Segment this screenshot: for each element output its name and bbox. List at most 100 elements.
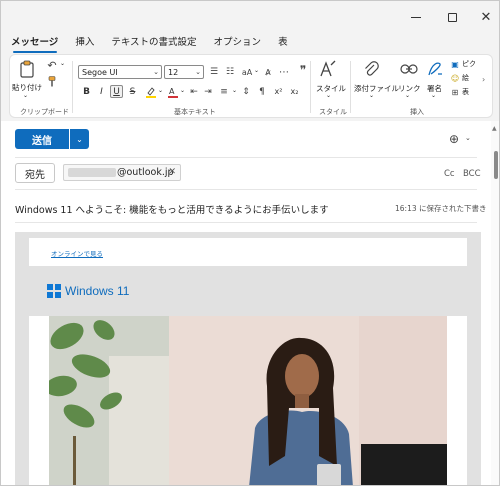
ribbon-divider: [72, 61, 73, 113]
chevron-down-icon: ⌄: [153, 68, 159, 76]
close-icon: ✕: [480, 9, 492, 25]
signature-icon[interactable]: [424, 59, 446, 79]
align-icon[interactable]: ≡: [218, 85, 230, 99]
chevron-down-icon: ⌄: [76, 134, 83, 144]
attach-label[interactable]: 添付ファイル: [354, 83, 399, 94]
title-bar: ✕: [1, 1, 499, 33]
windows-logo: Windows 11: [47, 284, 129, 298]
online-view-strip: オンラインで見る: [29, 238, 467, 266]
link-icon[interactable]: [398, 59, 420, 79]
decrease-indent-icon[interactable]: ⇤: [188, 85, 200, 99]
font-color-chevron-icon[interactable]: ⌄: [180, 87, 185, 94]
paste-icon[interactable]: [16, 59, 38, 79]
tab-options[interactable]: オプション: [214, 35, 271, 53]
redacted-address: [68, 168, 116, 177]
picture-label[interactable]: ピク: [462, 59, 476, 69]
clipboard-group-label: クリップボード: [20, 108, 69, 116]
emoji-label[interactable]: 絵: [462, 73, 469, 83]
chevron-down-icon: ⌄: [195, 68, 201, 76]
style-group-label: スタイル: [319, 108, 347, 116]
outlook-compose-window: ✕ メッセージ 挿入 テキストの書式設定 オプション 表 貼り付け ⌄ ↶ ⌄ …: [0, 0, 500, 486]
cc-button[interactable]: Cc: [444, 169, 455, 179]
recipient-chip[interactable]: @outlook.jp ✕: [63, 164, 181, 181]
font-color-icon[interactable]: A: [166, 85, 180, 99]
send-button[interactable]: 送信: [15, 129, 69, 149]
ribbon-divider: [350, 61, 351, 113]
bold-button[interactable]: B: [80, 85, 93, 98]
windows-logo-icon: [47, 284, 61, 298]
to-button[interactable]: 宛先: [15, 163, 55, 183]
tab-message[interactable]: メッセージ: [11, 35, 67, 53]
bcc-button[interactable]: BCC: [463, 169, 481, 179]
clear-format-icon[interactable]: A̷: [262, 65, 274, 79]
highlight-icon[interactable]: [144, 85, 158, 99]
ribbon-tabs: メッセージ 挿入 テキストの書式設定 オプション 表: [11, 35, 305, 53]
superscript-button[interactable]: x²: [272, 85, 285, 98]
ribbon: 貼り付け ⌄ ↶ ⌄ クリップボード Segoe UI ⌄ 12 ⌄ ☰ ☷ aA …: [9, 54, 493, 118]
line-spacing-icon[interactable]: ⇕: [240, 85, 252, 99]
font-size-aa-icon[interactable]: aA: [240, 65, 254, 79]
undo-icon[interactable]: ↶: [46, 59, 58, 72]
more-icon[interactable]: ⋯: [278, 65, 290, 79]
style-icon[interactable]: [316, 59, 340, 79]
insert-group-label: 挿入: [410, 108, 424, 116]
paste-chevron-icon[interactable]: ⌄: [23, 92, 28, 99]
windows-logo-text: Windows 11: [65, 284, 130, 298]
paragraph-icon[interactable]: ¶: [256, 85, 268, 99]
remove-recipient-icon[interactable]: ✕: [168, 167, 176, 177]
view-online-link[interactable]: オンラインで見る: [51, 248, 103, 258]
ribbon-divider: [310, 61, 311, 113]
ribbon-scroll-right-icon[interactable]: ›: [482, 75, 485, 84]
divider: [15, 157, 477, 158]
signature-chevron-icon[interactable]: ⌄: [431, 92, 436, 99]
table-label[interactable]: 表: [462, 87, 469, 97]
quote-icon[interactable]: ❞: [296, 63, 310, 77]
svg-text:A: A: [169, 87, 175, 96]
scroll-up-icon[interactable]: ▲: [492, 125, 497, 132]
numbering-icon[interactable]: ☷: [224, 65, 236, 79]
tab-insert[interactable]: 挿入: [75, 35, 103, 53]
undo-chevron-icon[interactable]: ⌄: [60, 60, 65, 67]
send-options-button[interactable]: ⌄: [70, 129, 89, 149]
attach-icon[interactable]: [360, 59, 382, 79]
highlight-chevron-icon[interactable]: ⌄: [158, 87, 163, 94]
zoom-icon[interactable]: ⊕: [449, 132, 459, 146]
hero-card: [29, 316, 467, 485]
recipient-address: @outlook.jp: [117, 167, 174, 178]
subject-field[interactable]: Windows 11 へようこそ: 機能をもっと活用できるようにお手伝いします: [15, 202, 329, 216]
basic-text-group-label: 基本テキスト: [174, 108, 216, 116]
font-size-combo[interactable]: 12 ⌄: [164, 65, 204, 79]
style-chevron-icon[interactable]: ⌄: [326, 92, 331, 99]
minimize-icon: [411, 16, 421, 18]
tab-table[interactable]: 表: [278, 35, 297, 53]
font-size-aa-chevron-icon[interactable]: ⌄: [254, 67, 259, 74]
strikethrough-button[interactable]: S: [126, 85, 139, 98]
zoom-chevron-icon[interactable]: ⌄: [465, 134, 471, 142]
hero-image: [49, 316, 447, 485]
scroll-thumb[interactable]: [494, 151, 498, 179]
underline-button[interactable]: U: [110, 85, 123, 98]
minimize-button[interactable]: [405, 7, 427, 27]
maximize-button[interactable]: [441, 7, 463, 27]
subscript-button[interactable]: x₂: [288, 85, 301, 98]
increase-indent-icon[interactable]: ⇥: [202, 85, 214, 99]
font-name-combo[interactable]: Segoe UI ⌄: [78, 65, 162, 79]
emoji-icon[interactable]: ☺: [450, 73, 460, 83]
format-painter-icon[interactable]: [47, 75, 57, 87]
table-icon[interactable]: ⊞: [450, 87, 460, 97]
align-chevron-icon[interactable]: ⌄: [232, 87, 237, 94]
vertical-scrollbar[interactable]: ▲: [491, 121, 499, 485]
italic-button[interactable]: I: [95, 85, 108, 98]
bullets-icon[interactable]: ☰: [208, 65, 220, 79]
divider: [15, 222, 477, 223]
divider: [15, 189, 477, 190]
maximize-icon: [447, 12, 457, 22]
close-button[interactable]: ✕: [475, 7, 497, 27]
picture-icon[interactable]: ▣: [450, 59, 460, 69]
compose-pane: 送信 ⌄ ⊕ ⌄ 宛先 @outlook.jp ✕ Cc BCC Windows…: [1, 121, 491, 485]
link-chevron-icon[interactable]: ⌄: [405, 92, 410, 99]
draft-saved-status: 16:13 に保存された下書き: [395, 204, 487, 213]
attach-chevron-icon[interactable]: ⌄: [369, 92, 374, 99]
email-body[interactable]: オンラインで見る Windows 11: [15, 232, 481, 485]
tab-text-format[interactable]: テキストの書式設定: [111, 35, 205, 53]
